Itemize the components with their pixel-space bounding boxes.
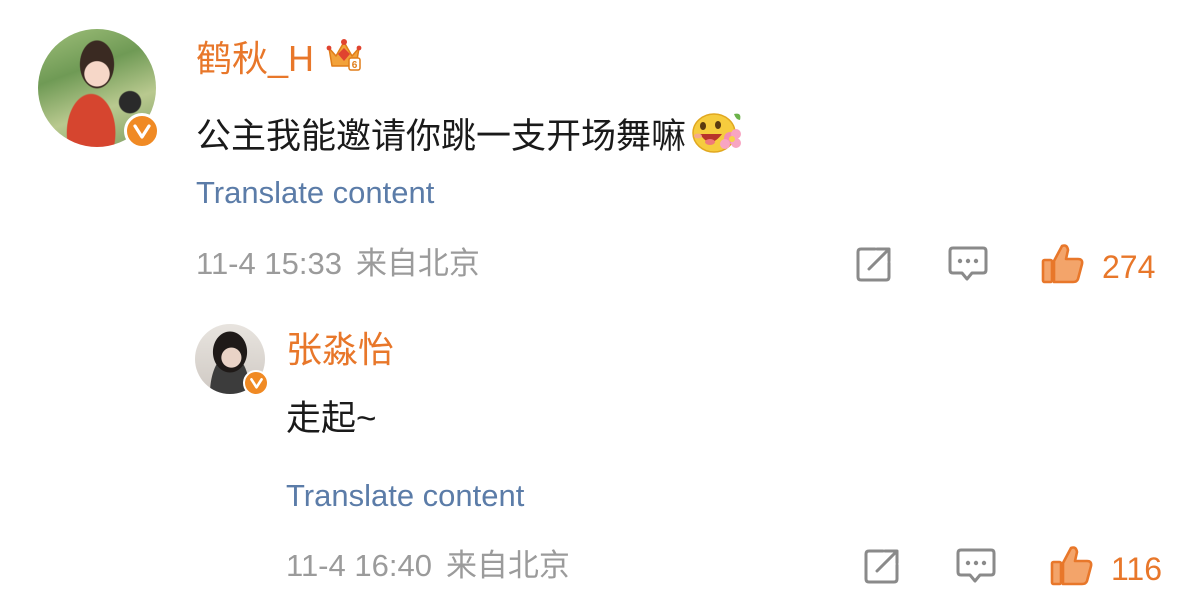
commenter-avatar[interactable] bbox=[38, 29, 160, 149]
blush-flower-emoji-icon bbox=[690, 106, 744, 167]
comment-bubble-icon bbox=[955, 546, 997, 591]
replier-avatar[interactable] bbox=[195, 324, 269, 396]
like-count: 116 bbox=[1111, 550, 1163, 587]
share-button[interactable] bbox=[854, 244, 894, 289]
svg-text:6: 6 bbox=[352, 60, 358, 71]
reply-button[interactable] bbox=[947, 244, 989, 289]
reply-body: 走起~ bbox=[286, 397, 376, 441]
reply-timestamp: 11-4 16:40 bbox=[286, 548, 432, 583]
reply-meta: 11-4 16:40 来自北京 bbox=[286, 546, 570, 586]
username-text: 张淼怡 bbox=[286, 329, 395, 370]
comment-text: 公主我能邀请你跳一支开场舞嘛 bbox=[196, 116, 687, 156]
share-arrow-icon bbox=[854, 244, 894, 289]
commenter-username[interactable]: 鹤秋_H 6 bbox=[196, 34, 364, 84]
replier-username[interactable]: 张淼怡 bbox=[286, 328, 394, 372]
reply-button[interactable] bbox=[955, 546, 997, 591]
like-button[interactable]: 116 bbox=[1049, 544, 1162, 593]
reply-location: 来自北京 bbox=[445, 548, 570, 583]
comment-timestamp: 11-4 15:33 bbox=[196, 246, 342, 281]
translate-content-link[interactable]: Translate content bbox=[196, 173, 434, 213]
thumbs-up-icon bbox=[1040, 242, 1086, 291]
comment-bubble-icon bbox=[947, 244, 989, 289]
like-button[interactable]: 274 bbox=[1040, 242, 1155, 291]
comment-location: 来自北京 bbox=[355, 246, 480, 281]
thumbs-up-icon bbox=[1049, 544, 1095, 593]
username-text: 鹤秋_H bbox=[196, 38, 315, 79]
crown-level-icon: 6 bbox=[324, 34, 364, 84]
like-count: 274 bbox=[1102, 248, 1156, 285]
comment-thread: 鹤秋_H 6 公主我能邀请你跳一支开场舞嘛 Translate content … bbox=[0, 0, 1200, 611]
translate-content-link[interactable]: Translate content bbox=[286, 476, 524, 516]
share-arrow-icon bbox=[862, 546, 902, 591]
verified-v-icon bbox=[124, 113, 160, 149]
verified-v-icon bbox=[243, 370, 269, 396]
share-button[interactable] bbox=[862, 546, 902, 591]
comment-meta: 11-4 15:33 来自北京 bbox=[196, 244, 480, 284]
comment-body: 公主我能邀请你跳一支开场舞嘛 bbox=[196, 106, 744, 167]
reply-text: 走起~ bbox=[286, 399, 377, 438]
